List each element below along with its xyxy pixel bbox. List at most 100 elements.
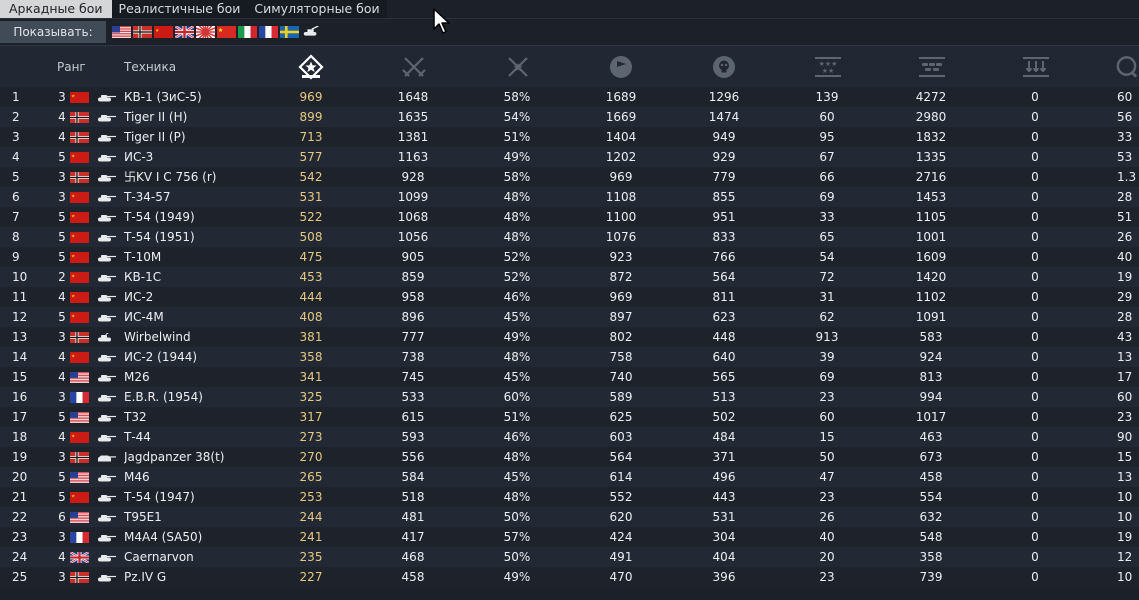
table-row[interactable]: 21 5 Т-54 (1947) 253 518 48% 552 443 23 554 0 10 <box>0 487 1139 507</box>
table-row[interactable]: 8 5 Т-54 (1951) 508 1056 48% 1076 833 65 1001 0 26 <box>0 227 1139 247</box>
heavy-tank-icon <box>98 375 116 382</box>
vehicle-name: КВ-1С <box>124 270 162 284</box>
column-deaths-header[interactable] <box>710 46 738 88</box>
table-row[interactable]: 1 3 КВ-1 (ЗиС-5) 969 1648 58% 1689 1296 139 4272 0… <box>0 87 1139 107</box>
table-row[interactable]: 5 3 卐KV I C 756 (r) 542 928 58% 969 779 66 2716 0 1… <box>0 167 1139 187</box>
tab-realistic[interactable]: Реалистичные бои <box>112 0 248 18</box>
tab-simulator[interactable]: Симуляторные бои <box>247 0 386 18</box>
naval-kills-value: 0 <box>1031 450 1039 464</box>
column-winrate-header[interactable] <box>504 46 532 88</box>
score-value: 453 <box>299 270 323 284</box>
table-row[interactable]: 14 4 ИС-2 (1944) 358 738 48% 758 640 39 924 0 13 <box>0 347 1139 367</box>
show-filter-button[interactable]: Показывать: <box>0 21 106 43</box>
kd-value: 13 <box>1117 350 1133 364</box>
table-row[interactable]: 25 3 Pz.IV G 227 458 49% 470 396 23 739 0 10 <box>0 567 1139 587</box>
respawns-value: 923 <box>609 250 633 264</box>
air-kills-value: 62 <box>819 310 835 324</box>
kd-value: 53 <box>1117 150 1133 164</box>
table-row[interactable]: 18 4 Т-44 273 593 46% 603 484 15 463 0 90 <box>0 427 1139 447</box>
winrate-value: 45% <box>503 470 531 484</box>
heavy-tank-icon <box>98 415 116 422</box>
table-row[interactable]: 11 4 ИС-2 444 958 46% 969 811 31 1102 0 29 <box>0 287 1139 307</box>
air-kills-value: 50 <box>819 450 835 464</box>
table-row[interactable]: 24 4 Caernarvon 235 468 50% 491 404 20 358 0 12 <box>0 547 1139 567</box>
row-number: 6 <box>12 190 20 204</box>
column-kd-header[interactable] <box>1114 46 1139 88</box>
table-row[interactable]: 7 5 Т-54 (1949) 522 1068 48% 1100 951 33 1105 0 51 <box>0 207 1139 227</box>
naval-kills-value: 0 <box>1031 390 1039 404</box>
table-row[interactable]: 13 3 Wirbelwind 381 777 49% 802 448 913 583 0 43 <box>0 327 1139 347</box>
table-row[interactable]: 6 3 Т-34-57 531 1099 48% 1108 855 69 1453 0 28 <box>0 187 1139 207</box>
column-air-kills-header[interactable]: ★★★ ★★ <box>813 46 843 88</box>
score-value: 235 <box>299 550 323 564</box>
flag-britain-icon[interactable] <box>175 26 194 38</box>
vehicle-name: M46 <box>124 470 150 484</box>
winrate-value: 51% <box>503 130 531 144</box>
battles-value: 458 <box>401 570 425 584</box>
flag-usa-icon[interactable] <box>112 26 131 38</box>
deaths-value: 564 <box>712 270 736 284</box>
table-row[interactable]: 15 4 M26 341 745 45% 740 565 69 813 0 17 <box>0 367 1139 387</box>
table-row[interactable]: 4 5 ИС-3 577 1163 49% 1202 929 67 1335 0 53 <box>0 147 1139 167</box>
deaths-value: 1296 <box>708 90 740 104</box>
tab-arcade[interactable]: Аркадные бои <box>0 0 112 18</box>
column-naval-kills-header[interactable] <box>1021 46 1051 88</box>
winrate-value: 50% <box>503 510 531 524</box>
table-row[interactable]: 22 6 T95E1 244 481 50% 620 531 26 632 0 10 <box>0 507 1139 527</box>
deaths-value: 855 <box>712 190 736 204</box>
naval-kills-value: 0 <box>1031 230 1039 244</box>
table-row[interactable]: 20 5 M46 265 584 45% 614 496 47 458 0 13 <box>0 467 1139 487</box>
flag-ussr-icon <box>70 432 89 443</box>
winrate-value: 60% <box>503 390 531 404</box>
heavy-tank-icon <box>98 295 116 302</box>
row-number: 3 <box>12 130 20 144</box>
flag-germany-icon <box>70 452 89 463</box>
score-value: 899 <box>299 110 323 124</box>
table-row[interactable]: 10 2 КВ-1С 453 859 52% 872 564 72 1420 0 19 <box>0 267 1139 287</box>
table-row[interactable]: 12 5 ИС-4М 408 896 45% 897 623 62 1091 0 28 <box>0 307 1139 327</box>
flag-japan-icon[interactable] <box>196 26 215 38</box>
air-kills-value: 139 <box>815 90 839 104</box>
vehicle-rank: 3 <box>58 390 66 404</box>
ground-kills-value: 1609 <box>915 250 947 264</box>
table-row[interactable]: 9 5 Т-10М 475 905 52% 923 766 54 1609 0 40 <box>0 247 1139 267</box>
column-score-header[interactable] <box>296 46 326 88</box>
kd-value: 60 <box>1117 90 1133 104</box>
flag-france-icon[interactable] <box>259 26 278 38</box>
column-ground-kills-header[interactable] <box>917 46 947 88</box>
ground-kills-value: 924 <box>919 350 943 364</box>
vehicle-name: КВ-1 (ЗиС-5) <box>124 90 202 104</box>
table-row[interactable]: 2 4 Tiger II (H) 899 1635 54% 1669 1474 60 2980 0 5… <box>0 107 1139 127</box>
vehicle-type-tank-icon[interactable] <box>302 26 320 38</box>
flag-italy-icon[interactable] <box>238 26 257 38</box>
table-row[interactable]: 19 3 Jagdpanzer 38(t) 270 556 48% 564 371 50 673 0… <box>0 447 1139 467</box>
ground-kills-value: 583 <box>919 330 943 344</box>
battles-value: 777 <box>401 330 425 344</box>
flag-ussr-icon <box>70 492 89 503</box>
air-kills-icon: ★★★ ★★ <box>815 57 841 77</box>
air-kills-value: 15 <box>819 430 835 444</box>
flag-china-icon[interactable] <box>217 26 236 38</box>
respawns-value: 620 <box>609 510 633 524</box>
score-value: 381 <box>299 330 323 344</box>
column-battles-header[interactable] <box>400 46 428 88</box>
kd-value: 19 <box>1117 530 1133 544</box>
table-row[interactable]: 16 3 E.B.R. (1954) 325 533 60% 589 513 23 994 0 60 <box>0 387 1139 407</box>
respawns-value: 1404 <box>605 130 637 144</box>
battles-value: 533 <box>401 390 425 404</box>
column-respawns-header[interactable] <box>607 46 635 88</box>
flag-ussr-icon[interactable] <box>154 26 173 38</box>
column-vehicle-header[interactable]: Техника <box>124 60 176 74</box>
flag-sweden-icon[interactable] <box>280 26 299 38</box>
vehicle-name: M26 <box>124 370 150 384</box>
respawns-value: 897 <box>609 310 633 324</box>
table-row[interactable]: 17 5 T32 317 615 51% 625 502 60 1017 0 23 <box>0 407 1139 427</box>
flag-germany-icon[interactable] <box>133 26 152 38</box>
naval-kills-value: 0 <box>1031 210 1039 224</box>
vehicle-rank: 4 <box>58 370 66 384</box>
naval-kills-value: 0 <box>1031 550 1039 564</box>
table-row[interactable]: 3 4 Tiger II (P) 713 1381 51% 1404 949 95 1832 0 33 <box>0 127 1139 147</box>
table-row[interactable]: 23 3 M4A4 (SA50) 241 417 57% 424 304 40 548 0 19 <box>0 527 1139 547</box>
ground-kills-value: 1832 <box>915 130 947 144</box>
column-rank-header[interactable]: Ранг <box>57 60 86 74</box>
